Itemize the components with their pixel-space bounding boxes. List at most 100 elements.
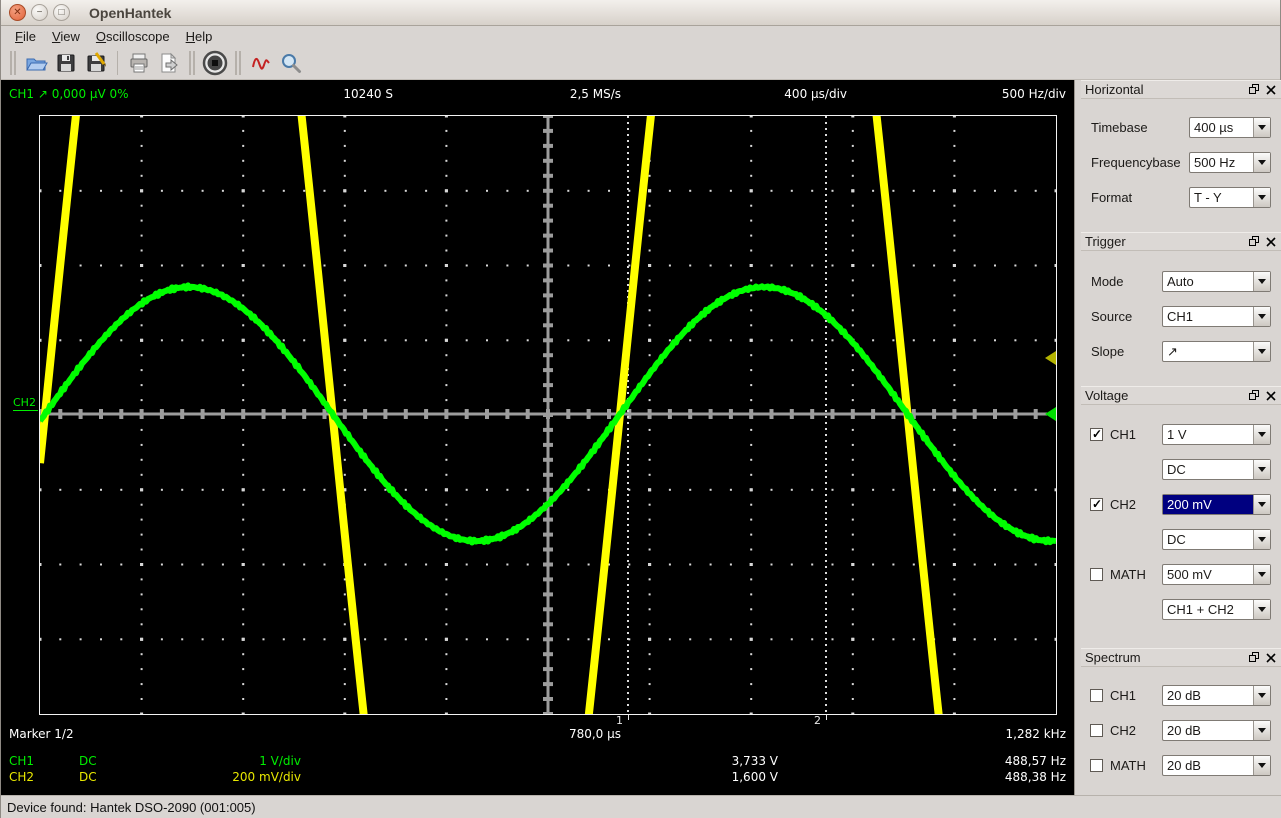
menubar: File View Oscilloscope Help	[1, 26, 1280, 47]
zoom-button[interactable]	[276, 49, 306, 77]
trigger-slope-select[interactable]: ↗	[1162, 341, 1271, 362]
docker-horizontal-titlebar[interactable]: Horizontal	[1081, 80, 1281, 99]
chevron-down-icon[interactable]	[1253, 118, 1270, 137]
toolbar-handle[interactable]	[235, 51, 241, 75]
frequencybase-select[interactable]: 500 Hz	[1189, 152, 1271, 173]
docker-voltage-titlebar[interactable]: Voltage	[1081, 386, 1281, 405]
dock-splitter[interactable]	[1074, 80, 1081, 795]
math-gain-select[interactable]: 500 mV	[1162, 564, 1271, 585]
math-spectrum-checkbox[interactable]	[1090, 759, 1103, 772]
chevron-down-icon[interactable]	[1253, 153, 1270, 172]
float-icon[interactable]	[1247, 235, 1261, 248]
chevron-down-icon[interactable]	[1253, 425, 1270, 444]
open-button[interactable]	[21, 49, 51, 77]
chevron-down-icon[interactable]	[1253, 756, 1270, 775]
save-as-button[interactable]	[81, 49, 111, 77]
scope-area: CH1 ↗ 0,000 µV 0% 10240 S 2,5 MS/s 400 µ…	[1, 80, 1074, 795]
ch2-voltage-label: CH2	[1110, 497, 1137, 512]
window-titlebar[interactable]: ✕ − □ OpenHantek	[1, 0, 1280, 26]
ch2-voltage-checkbox[interactable]	[1090, 497, 1103, 511]
docker-title: Horizontal	[1085, 82, 1144, 97]
stop-sampling-icon	[202, 50, 228, 76]
ch1-voltage-checkbox[interactable]	[1090, 427, 1103, 441]
trigger-mode-select[interactable]: Auto	[1162, 271, 1271, 292]
ch1-name: CH1	[9, 754, 35, 768]
magnifier-icon	[282, 54, 301, 73]
save-button[interactable]	[51, 49, 81, 77]
ch2-gain-select[interactable]: 200 mV	[1162, 494, 1271, 515]
close-icon[interactable]	[1264, 651, 1278, 664]
toolbar-handle[interactable]	[189, 51, 195, 75]
open-icon	[26, 58, 48, 71]
chevron-down-icon[interactable]	[1253, 307, 1270, 326]
math-magnitude-select[interactable]: 20 dB	[1162, 755, 1271, 776]
close-icon[interactable]	[1264, 389, 1278, 402]
samplerate-text: 2,5 MS/s	[569, 87, 621, 101]
chevron-down-icon[interactable]	[1253, 686, 1270, 705]
marker2-label[interactable]: 2	[807, 714, 821, 727]
trigger-source-select[interactable]: CH1	[1162, 306, 1271, 327]
chevron-down-icon[interactable]	[1253, 188, 1270, 207]
chevron-down-icon[interactable]	[1253, 565, 1270, 584]
ch2-magnitude-select[interactable]: 20 dB	[1162, 720, 1271, 741]
float-icon[interactable]	[1247, 651, 1261, 664]
scope-display[interactable]	[39, 115, 1057, 715]
window-title: OpenHantek	[89, 4, 172, 21]
float-icon[interactable]	[1247, 83, 1261, 96]
window-minimize-button[interactable]: −	[31, 4, 48, 21]
signal-view-button[interactable]	[246, 49, 276, 77]
toolbar-handle[interactable]	[10, 51, 16, 75]
ch2-coupling: DC	[79, 770, 97, 784]
menu-item-view[interactable]: View	[44, 27, 88, 46]
ch2-gain: 200 mV/div	[232, 770, 301, 784]
timebase-text: 400 µs/div	[784, 87, 847, 101]
timebase-select[interactable]: 400 µs	[1189, 117, 1271, 138]
chevron-down-icon[interactable]	[1253, 530, 1270, 549]
math-spectrum-label: MATH	[1110, 758, 1146, 773]
ch1-amplitude: 3,733 V	[731, 754, 778, 768]
stop-sampling-button[interactable]	[200, 49, 230, 77]
float-icon[interactable]	[1247, 389, 1261, 402]
ch1-spectrum-checkbox[interactable]	[1090, 689, 1103, 702]
docker-spectrum-titlebar[interactable]: Spectrum	[1081, 648, 1281, 667]
ch1-spectrum-label: CH1	[1110, 688, 1137, 703]
math-mode-select[interactable]: CH1 + CH2	[1162, 599, 1271, 620]
ch1-coupling: DC	[79, 754, 97, 768]
docker-spectrum: Spectrum CH1 20 dB CH2 20 dB MATH 20 dB	[1081, 648, 1281, 795]
print-button[interactable]	[124, 49, 154, 77]
chevron-down-icon[interactable]	[1253, 460, 1270, 479]
ch2-offset-marker[interactable]: CH2	[13, 396, 38, 411]
ch1-info-row: CH1 DC 1 V/div 3,733 V 488,57 Hz	[1, 754, 1074, 770]
chevron-down-icon[interactable]	[1253, 721, 1270, 740]
ch2-spectrum-checkbox[interactable]	[1090, 724, 1103, 737]
ch1-gain-select[interactable]: 1 V	[1162, 424, 1271, 445]
docker-trigger-titlebar[interactable]: Trigger	[1081, 232, 1281, 251]
ch2-amplitude: 1,600 V	[731, 770, 778, 784]
menu-item-help[interactable]: Help	[178, 27, 221, 46]
math-voltage-checkbox[interactable]	[1090, 568, 1103, 581]
chevron-down-icon[interactable]	[1253, 600, 1270, 619]
print-icon	[130, 53, 148, 73]
ch2-coupling-select[interactable]: DC	[1162, 529, 1271, 550]
scope-canvas	[40, 116, 1056, 714]
marker2-tick	[826, 715, 827, 720]
chevron-down-icon[interactable]	[1253, 272, 1270, 291]
ch2-spectrum-label: CH2	[1110, 723, 1137, 738]
sine-wave-icon	[252, 57, 270, 70]
docker-voltage: Voltage CH1 1 V DC CH2 200 mV DC	[1081, 386, 1281, 646]
menu-item-file[interactable]: File	[7, 27, 44, 46]
format-select[interactable]: T - Y	[1189, 187, 1271, 208]
export-button[interactable]	[154, 49, 184, 77]
menu-item-oscilloscope[interactable]: Oscilloscope	[88, 27, 178, 46]
ch1-magnitude-select[interactable]: 20 dB	[1162, 685, 1271, 706]
close-icon[interactable]	[1264, 235, 1278, 248]
chevron-down-icon[interactable]	[1253, 495, 1270, 514]
window-close-button[interactable]: ✕	[9, 4, 26, 21]
main-area: CH1 ↗ 0,000 µV 0% 10240 S 2,5 MS/s 400 µ…	[1, 80, 1281, 795]
chevron-down-icon[interactable]	[1253, 342, 1270, 361]
close-icon[interactable]	[1264, 83, 1278, 96]
docker-horizontal: Horizontal Timebase 400 µs Frequencybase…	[1081, 80, 1281, 230]
marker1-label[interactable]: 1	[609, 714, 623, 727]
window-maximize-button[interactable]: □	[53, 4, 70, 21]
ch1-coupling-select[interactable]: DC	[1162, 459, 1271, 480]
